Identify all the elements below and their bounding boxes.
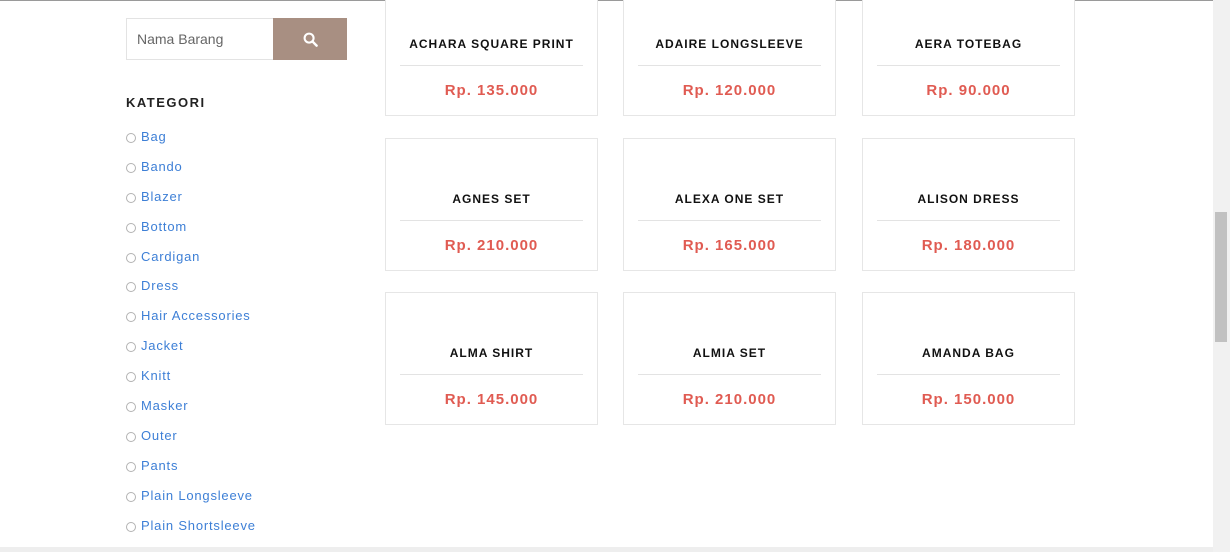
category-item-cardigan[interactable]: Cardigan — [126, 249, 256, 279]
search-input[interactable] — [126, 18, 273, 60]
bottom-edge — [0, 547, 1213, 552]
category-label[interactable]: Bando — [141, 159, 183, 174]
category-title: KATEGORI — [126, 95, 206, 110]
category-item-outer[interactable]: Outer — [126, 428, 256, 458]
category-item-bottom[interactable]: Bottom — [126, 219, 256, 249]
category-label[interactable]: Bottom — [141, 219, 187, 234]
product-divider — [400, 220, 583, 221]
category-radio[interactable] — [126, 312, 136, 323]
category-label[interactable]: Masker — [141, 398, 188, 413]
product-price: Rp. 120.000 — [682, 82, 777, 99]
product-card[interactable]: ADAIRE LONGSLEEVE Rp. 120.000 — [623, 0, 836, 116]
product-card[interactable]: ALISON DRESS Rp. 180.000 — [862, 138, 1075, 271]
product-name[interactable]: ALISON DRESS — [863, 192, 1074, 206]
product-name[interactable]: ALMA SHIRT — [386, 346, 597, 360]
category-item-knitt[interactable]: Knitt — [126, 368, 256, 398]
category-radio[interactable] — [126, 431, 136, 442]
product-divider — [877, 220, 1060, 221]
product-price: Rp. 210.000 — [682, 391, 777, 408]
product-price: Rp. 135.000 — [444, 82, 539, 99]
product-name[interactable]: AERA TOTEBAG — [863, 37, 1074, 51]
product-name[interactable]: AMANDA BAG — [863, 346, 1074, 360]
product-card[interactable]: ALMA SHIRT Rp. 145.000 — [385, 292, 598, 425]
category-radio[interactable] — [126, 402, 136, 413]
product-name[interactable]: ACHARA SQUARE PRINT — [386, 37, 597, 51]
category-item-hair-accessories[interactable]: Hair Accessories — [126, 308, 256, 338]
product-divider — [400, 374, 583, 375]
category-radio[interactable] — [126, 491, 136, 502]
product-divider — [638, 374, 821, 375]
category-item-bando[interactable]: Bando — [126, 159, 256, 189]
product-name[interactable]: ALMIA SET — [624, 346, 835, 360]
category-item-pants[interactable]: Pants — [126, 458, 256, 488]
category-label[interactable]: Dress — [141, 278, 179, 293]
category-label[interactable]: Bag — [141, 129, 167, 144]
category-radio[interactable] — [126, 252, 136, 263]
category-radio[interactable] — [126, 282, 136, 293]
category-label[interactable]: Jacket — [141, 338, 183, 353]
category-radio[interactable] — [126, 461, 136, 472]
scrollbar-thumb[interactable] — [1215, 212, 1227, 342]
product-divider — [400, 65, 583, 66]
product-name[interactable]: ADAIRE LONGSLEEVE — [624, 37, 835, 51]
product-card[interactable]: ACHARA SQUARE PRINT Rp. 135.000 — [385, 0, 598, 116]
vertical-scrollbar[interactable] — [1213, 0, 1230, 552]
category-radio[interactable] — [126, 521, 136, 532]
category-radio[interactable] — [126, 372, 136, 383]
category-item-masker[interactable]: Masker — [126, 398, 256, 428]
category-item-dress[interactable]: Dress — [126, 278, 256, 308]
category-list: Bag Bando Blazer Bottom Cardigan Dress H… — [126, 129, 256, 547]
product-divider — [638, 220, 821, 221]
product-grid: ACHARA SQUARE PRINT Rp. 135.000 ADAIRE L… — [385, 0, 1075, 430]
category-item-jacket[interactable]: Jacket — [126, 338, 256, 368]
product-card[interactable]: AMANDA BAG Rp. 150.000 — [862, 292, 1075, 425]
product-name[interactable]: ALEXA ONE SET — [624, 192, 835, 206]
category-radio[interactable] — [126, 342, 136, 353]
product-divider — [877, 65, 1060, 66]
category-label[interactable]: Cardigan — [141, 249, 200, 264]
category-radio[interactable] — [126, 192, 136, 203]
product-card[interactable]: ALEXA ONE SET Rp. 165.000 — [623, 138, 836, 271]
category-label[interactable]: Knitt — [141, 368, 171, 383]
category-item-blazer[interactable]: Blazer — [126, 189, 256, 219]
product-divider — [638, 65, 821, 66]
category-label[interactable]: Hair Accessories — [141, 308, 251, 323]
product-price: Rp. 150.000 — [921, 391, 1016, 408]
search-button[interactable] — [273, 18, 347, 60]
category-label[interactable]: Blazer — [141, 189, 183, 204]
category-item-plain-longsleeve[interactable]: Plain Longsleeve — [126, 488, 256, 518]
category-item-plain-shortsleeve[interactable]: Plain Shortsleeve — [126, 518, 256, 548]
category-label[interactable]: Outer — [141, 428, 178, 443]
category-radio[interactable] — [126, 162, 136, 173]
product-card[interactable]: AGNES SET Rp. 210.000 — [385, 138, 598, 271]
product-price: Rp. 145.000 — [444, 391, 539, 408]
product-price: Rp. 180.000 — [921, 237, 1016, 254]
search-bar — [126, 18, 347, 60]
category-label[interactable]: Plain Shortsleeve — [141, 518, 256, 533]
product-price: Rp. 90.000 — [926, 82, 1011, 99]
category-label[interactable]: Pants — [141, 458, 178, 473]
product-price: Rp. 210.000 — [444, 237, 539, 254]
search-icon — [303, 32, 318, 47]
product-divider — [877, 374, 1060, 375]
product-price: Rp. 165.000 — [682, 237, 777, 254]
category-label[interactable]: Plain Longsleeve — [141, 488, 253, 503]
category-radio[interactable] — [126, 133, 136, 143]
product-card[interactable]: AERA TOTEBAG Rp. 90.000 — [862, 0, 1075, 116]
category-item-bag[interactable]: Bag — [126, 129, 256, 159]
product-name[interactable]: AGNES SET — [386, 192, 597, 206]
category-radio[interactable] — [126, 222, 136, 233]
product-card[interactable]: ALMIA SET Rp. 210.000 — [623, 292, 836, 425]
